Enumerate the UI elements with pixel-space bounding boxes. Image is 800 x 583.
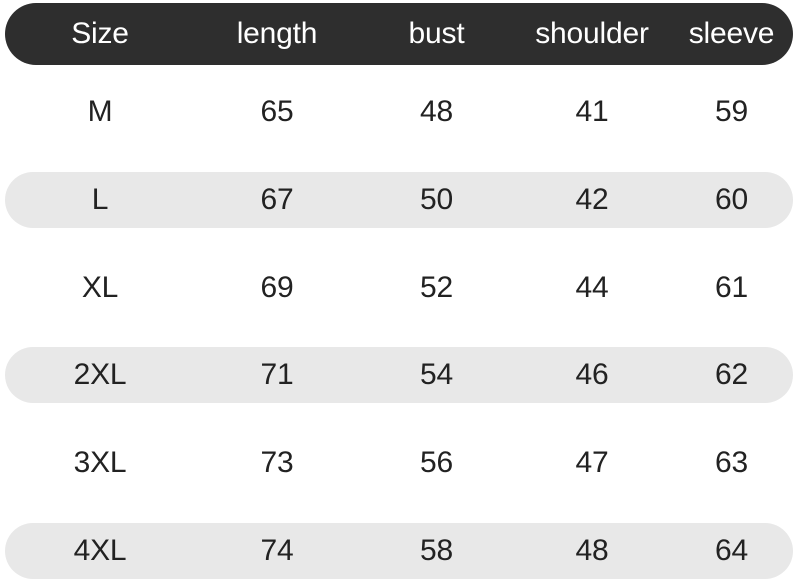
cell-bust: 58 xyxy=(420,534,453,567)
cell-sleeve: 61 xyxy=(715,271,748,304)
cell-shoulder: 47 xyxy=(575,446,609,479)
column-header-length: length xyxy=(236,17,318,50)
cell-shoulder: 41 xyxy=(575,95,609,128)
size-chart-table: Size length bust shoulder sleeve M 65 48… xyxy=(0,0,800,583)
cell-length: 71 xyxy=(260,358,294,391)
table-row: L 67 50 42 60 xyxy=(5,172,793,228)
cell-size: M xyxy=(87,95,113,128)
column-header-sleeve: sleeve xyxy=(688,17,775,50)
cell-sleeve: 64 xyxy=(715,534,748,567)
table-row: M 65 48 41 59 xyxy=(5,84,793,140)
cell-sleeve: 63 xyxy=(715,446,748,479)
table-row: XL 69 52 44 61 xyxy=(5,260,793,316)
cell-size: L xyxy=(91,183,109,216)
cell-bust: 52 xyxy=(420,271,453,304)
column-header-size: Size xyxy=(71,17,129,50)
cell-bust: 48 xyxy=(420,95,453,128)
cell-sleeve: 59 xyxy=(715,95,748,128)
cell-size: 2XL xyxy=(73,358,127,391)
cell-sleeve: 60 xyxy=(715,183,748,216)
cell-bust: 54 xyxy=(420,358,453,391)
table-row: 2XL 71 54 46 62 xyxy=(5,347,793,403)
cell-size: 3XL xyxy=(73,446,127,479)
table-header-row: Size length bust shoulder sleeve xyxy=(5,3,793,65)
cell-length: 73 xyxy=(260,446,294,479)
cell-shoulder: 46 xyxy=(575,358,609,391)
table-row: 3XL 73 56 47 63 xyxy=(5,435,793,491)
cell-length: 69 xyxy=(260,271,294,304)
cell-bust: 56 xyxy=(420,446,453,479)
cell-shoulder: 44 xyxy=(575,271,609,304)
table-row: 4XL 74 58 48 64 xyxy=(5,523,793,579)
cell-shoulder: 48 xyxy=(575,534,609,567)
column-header-shoulder: shoulder xyxy=(535,17,649,50)
cell-length: 74 xyxy=(260,534,294,567)
cell-shoulder: 42 xyxy=(575,183,609,216)
cell-size: XL xyxy=(81,271,119,304)
cell-length: 65 xyxy=(260,95,294,128)
cell-sleeve: 62 xyxy=(715,358,748,391)
cell-size: 4XL xyxy=(73,534,127,567)
cell-bust: 50 xyxy=(420,183,453,216)
column-header-bust: bust xyxy=(408,17,465,50)
cell-length: 67 xyxy=(260,183,294,216)
